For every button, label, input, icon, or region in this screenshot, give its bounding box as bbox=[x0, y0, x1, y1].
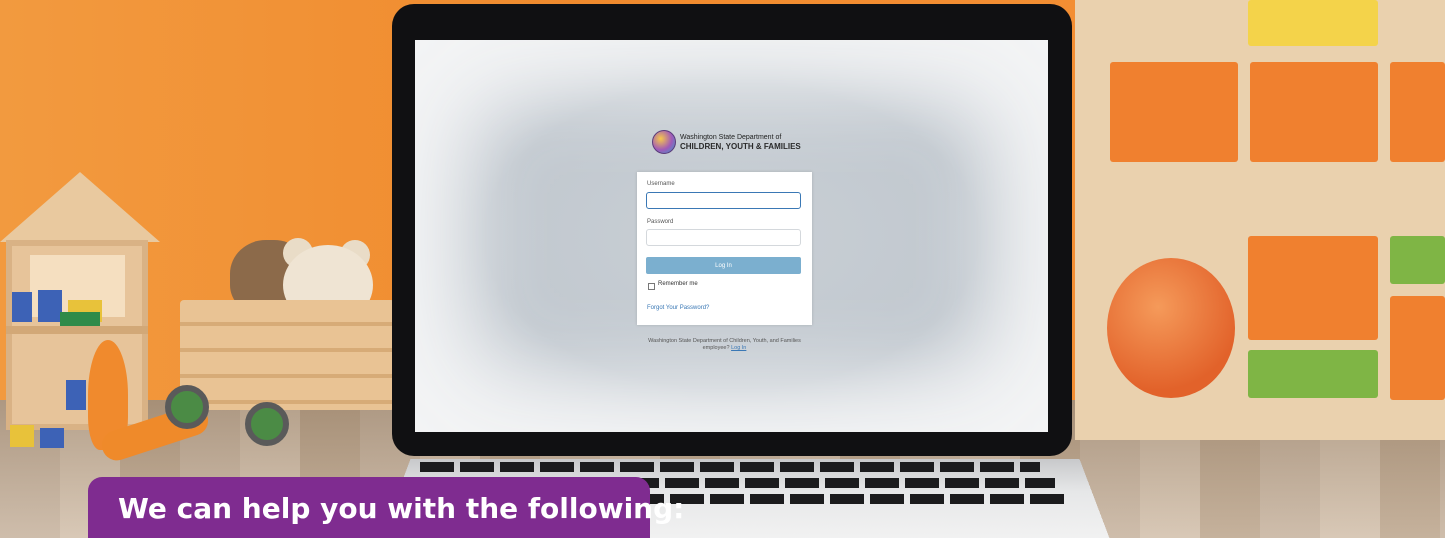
help-banner-text: We can help you with the following: bbox=[118, 492, 685, 525]
help-banner: We can help you with the following: bbox=[88, 477, 684, 538]
wooden-toy-box bbox=[180, 300, 395, 410]
remember-me-checkbox[interactable] bbox=[648, 283, 655, 290]
green-bin bbox=[1390, 236, 1445, 284]
orange-bin bbox=[1248, 236, 1378, 340]
dollhouse-roof bbox=[0, 172, 160, 242]
toy-block bbox=[10, 425, 34, 447]
logo-line1: Washington State Department of bbox=[680, 134, 782, 141]
dcyf-logo: Washington State Department of CHILDREN,… bbox=[652, 130, 801, 154]
toy-box-wheel bbox=[165, 385, 209, 429]
employee-text: Washington State Department of Children,… bbox=[648, 338, 801, 351]
password-label: Password bbox=[647, 219, 674, 225]
toy-block bbox=[40, 428, 64, 448]
employee-login-link[interactable]: Log In bbox=[731, 345, 746, 351]
toy-box-wheel bbox=[245, 402, 289, 446]
orange-bin bbox=[1250, 62, 1378, 162]
toy-block bbox=[38, 290, 62, 322]
remember-me-label: Remember me bbox=[658, 281, 698, 287]
orange-bin bbox=[1110, 62, 1238, 162]
basketball bbox=[1107, 258, 1235, 398]
laptop-screen: Washington State Department of CHILDREN,… bbox=[415, 40, 1048, 432]
toy-block bbox=[12, 292, 32, 322]
username-label: Username bbox=[647, 181, 675, 187]
dcyf-logo-icon bbox=[652, 130, 676, 154]
orange-bin bbox=[1390, 296, 1445, 400]
background-photo: Washington State Department of CHILDREN,… bbox=[0, 0, 1445, 538]
password-input[interactable] bbox=[646, 229, 801, 246]
login-card: Username Password Log In Remember me For… bbox=[637, 172, 812, 325]
login-button[interactable]: Log In bbox=[646, 257, 801, 274]
toy-block bbox=[60, 312, 100, 326]
orange-bin bbox=[1390, 62, 1445, 162]
employee-login-note: Washington State Department of Children,… bbox=[637, 338, 812, 352]
yellow-bin bbox=[1248, 0, 1378, 46]
toy-block bbox=[66, 380, 86, 410]
green-bin bbox=[1248, 350, 1378, 398]
username-input[interactable] bbox=[646, 192, 801, 209]
logo-line2: CHILDREN, YOUTH & FAMILIES bbox=[680, 142, 801, 151]
forgot-password-link[interactable]: Forgot Your Password? bbox=[647, 305, 709, 311]
